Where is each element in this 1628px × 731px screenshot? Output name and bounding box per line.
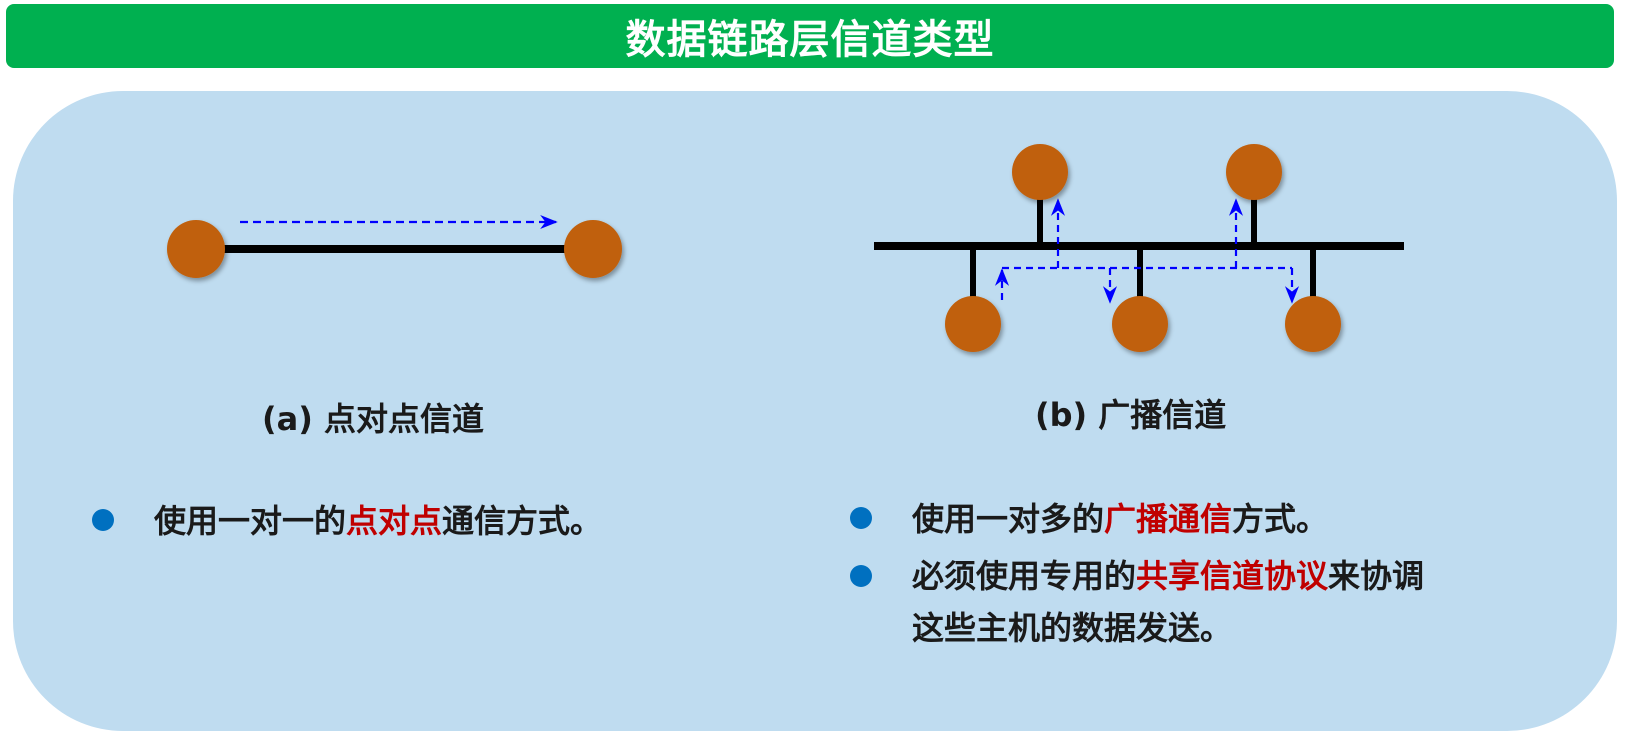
right-bullet-list: 使用一对多的广播通信方式。 必须使用专用的共享信道协议来协调这些主机的数据发送。 [850, 492, 1452, 655]
broadcast-diagram [874, 144, 1404, 352]
left-bullet-list: 使用一对一的点对点通信方式。 [92, 494, 602, 548]
broadcast-node-top-2 [1226, 144, 1282, 200]
bullet-item: 使用一对多的广播通信方式。 [850, 492, 1452, 546]
bullet-text-highlight: 点对点 [346, 502, 443, 540]
bullet-dot [850, 507, 872, 529]
caption-broadcast: (b) 广播信道 [1035, 396, 1227, 434]
bullet-dot [92, 509, 114, 531]
broadcast-node-bottom-3 [1285, 296, 1341, 352]
bullet-text-pre: 使用一对多的 [912, 500, 1105, 538]
bullet-text-pre: 必须使用专用的 [912, 557, 1137, 595]
bullet-text-post: 通信方式。 [442, 502, 603, 540]
point-to-point-diagram [167, 214, 622, 278]
broadcast-node-top-1 [1012, 144, 1068, 200]
broadcast-node-bottom-1 [945, 296, 1001, 352]
bullet-text-wrap: 必须使用专用的共享信道协议来协调这些主机的数据发送。 [912, 550, 1452, 654]
bullet-item: 使用一对一的点对点通信方式。 [92, 494, 602, 548]
bullet-text-post: 方式。 [1232, 500, 1329, 538]
broadcast-signal-paths [994, 198, 1300, 304]
broadcast-node-bottom-2 [1112, 296, 1168, 352]
caption-point-to-point: (a) 点对点信道 [262, 400, 484, 438]
p2p-node-right [564, 220, 622, 278]
bullet-item: 必须使用专用的共享信道协议来协调这些主机的数据发送。 [850, 550, 1452, 655]
bullet-text-highlight: 共享信道协议 [1136, 557, 1329, 595]
bullet-dot [850, 565, 872, 587]
p2p-node-left [167, 220, 225, 278]
bullet-text-pre: 使用一对一的 [154, 502, 347, 540]
bullet-text-highlight: 广播通信 [1104, 500, 1233, 538]
